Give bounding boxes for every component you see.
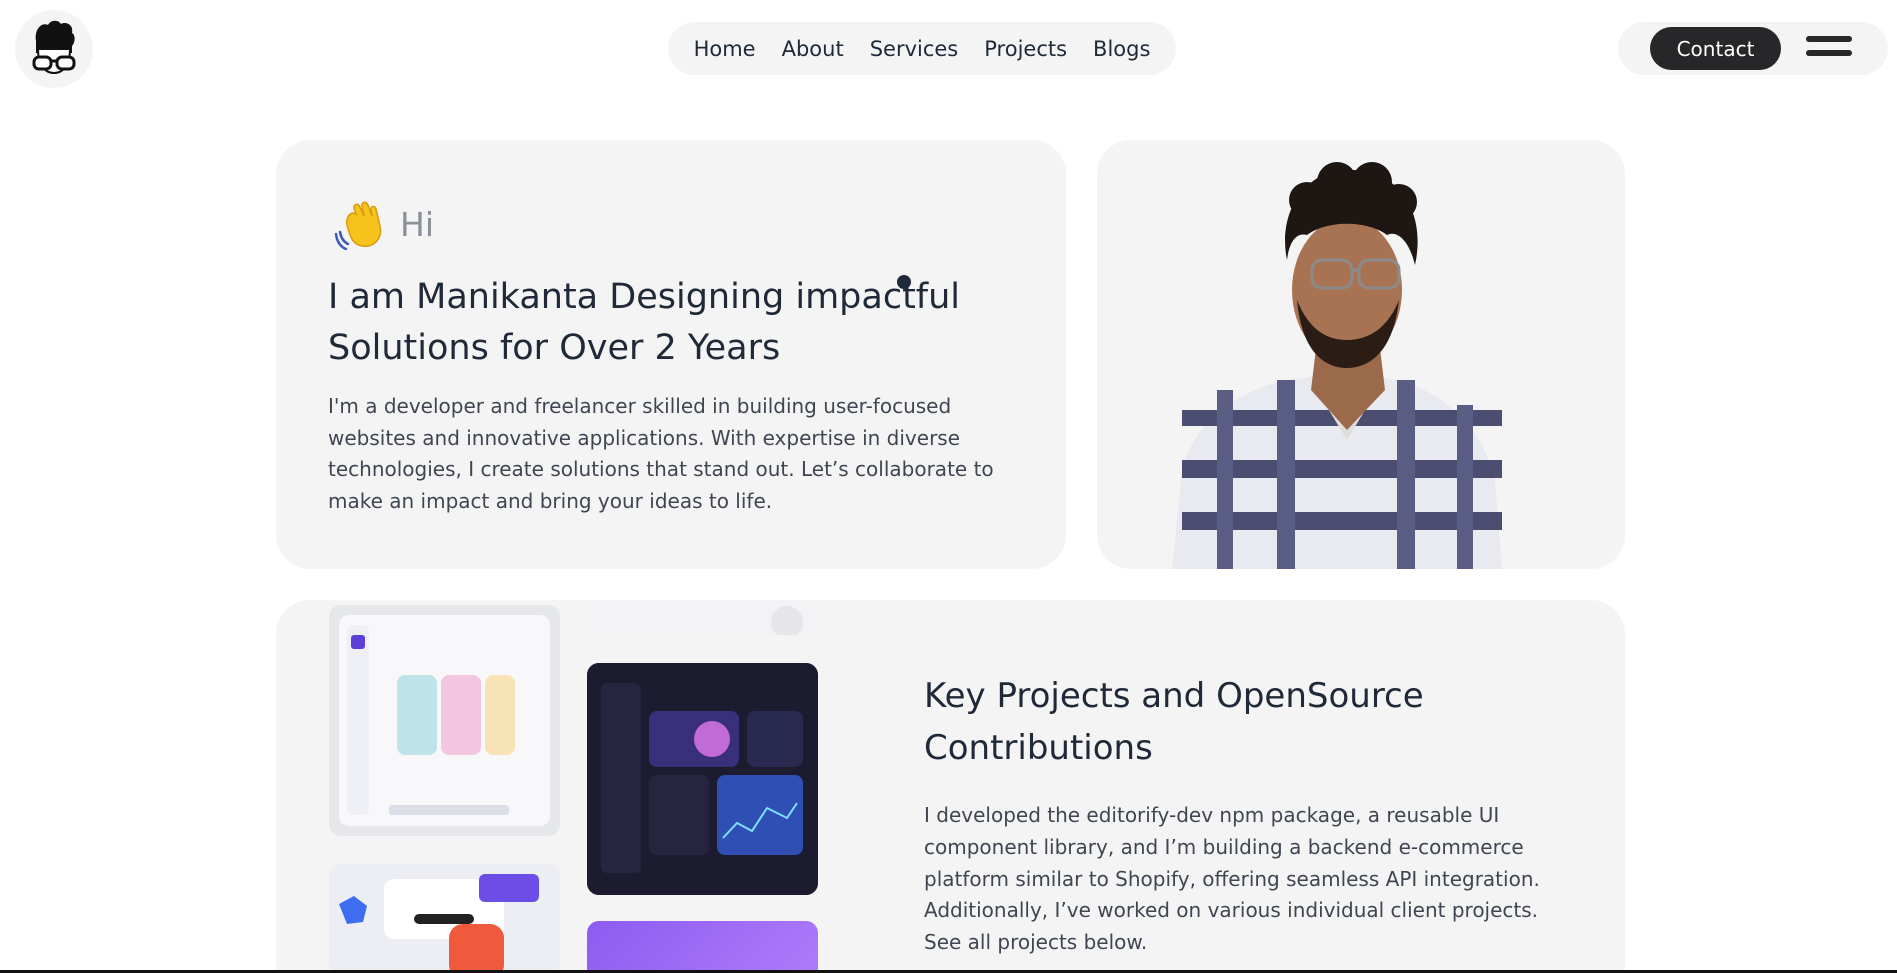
nav-home[interactable]: Home (681, 37, 769, 61)
profile-photo (1172, 162, 1502, 569)
projects-title: Key Projects and OpenSource Contribution… (924, 676, 1424, 768)
waving-hand-icon (334, 201, 382, 250)
nav-blogs[interactable]: Blogs (1080, 37, 1163, 61)
nav-services[interactable]: Services (857, 37, 972, 61)
cursor-dot (897, 275, 911, 289)
hamburger-icon[interactable] (1806, 34, 1856, 62)
greeting-text: Hi (400, 204, 434, 244)
projects-description: I developed the editorify-dev npm packag… (924, 803, 1540, 955)
contact-button[interactable]: Contact (1650, 27, 1781, 70)
project-thumbnail[interactable] (329, 864, 560, 973)
hero-title: I am Manikanta Designing impactful Solut… (328, 277, 961, 368)
project-thumbnail[interactable] (587, 600, 818, 635)
hero-description: I'm a developer and freelancer skilled i… (328, 394, 994, 513)
nav-about[interactable]: About (769, 37, 857, 61)
nerd-avatar-icon (32, 20, 76, 75)
project-thumbnail[interactable] (329, 605, 560, 836)
portrait-card (1097, 140, 1625, 569)
project-thumbnail[interactable] (587, 663, 818, 895)
nav-projects[interactable]: Projects (971, 37, 1080, 61)
main-nav: Home About Services Projects Blogs (668, 22, 1176, 75)
logo-avatar[interactable] (15, 10, 93, 88)
greeting: Hi (334, 198, 434, 250)
project-thumbnail[interactable] (587, 921, 818, 973)
